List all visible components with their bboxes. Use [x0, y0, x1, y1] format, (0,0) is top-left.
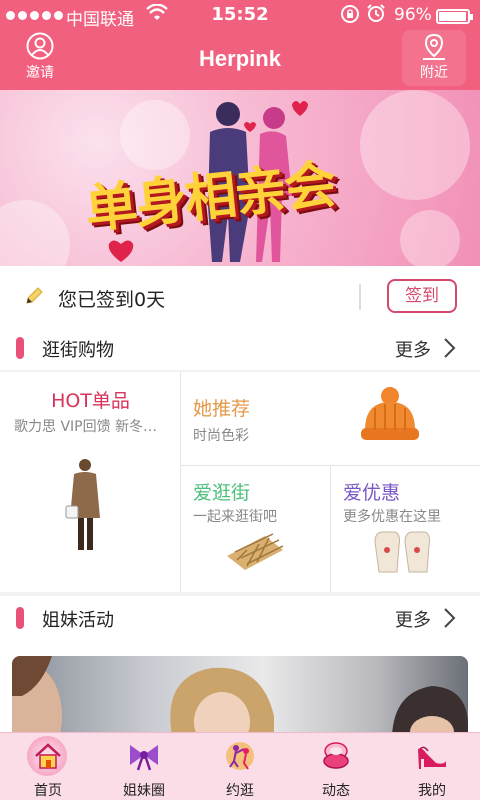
fashion-model-image	[65, 459, 100, 550]
tile-subtitle: 时尚色彩	[193, 428, 249, 444]
status-bar: 中国联通 15:52 96%	[0, 0, 480, 30]
nearby-button[interactable]: 附近	[402, 30, 466, 86]
activities-section-title: 姐妹活动	[42, 610, 114, 631]
activities-more-link[interactable]: 更多	[395, 606, 431, 632]
tile-title: 她推荐	[193, 398, 251, 420]
activity-photo-image	[12, 656, 468, 736]
divider	[359, 284, 361, 310]
pencil-icon	[26, 287, 43, 304]
tab-label: 首页	[34, 783, 62, 799]
knit-hat-image	[361, 387, 419, 440]
alarm-icon	[366, 3, 386, 27]
battery-level	[439, 12, 466, 21]
tile-subtitle: 歌力思 VIP回馈 新冬…	[14, 419, 158, 435]
recommend-tile[interactable]: 她推荐 时尚色彩	[181, 372, 480, 466]
shopping-grid: HOT单品 歌力思 VIP回馈 新冬… 她推荐 时尚色彩 爱逛街 一起来逛街吧 …	[0, 372, 480, 592]
banner-bubble	[0, 200, 70, 266]
tab-sisters-circle[interactable]: 姐妹圈	[96, 733, 192, 800]
tab-profile[interactable]: 我的	[384, 733, 480, 800]
high-heel-icon	[418, 746, 446, 769]
tab-meetup[interactable]: 约逛	[192, 733, 288, 800]
shopping-more-link[interactable]: 更多	[395, 336, 431, 362]
shopping-section-title: 逛街购物	[42, 340, 114, 361]
battery-percent: 96%	[394, 5, 432, 25]
checkin-button[interactable]: 签到	[387, 279, 457, 313]
chevron-right-icon[interactable]	[442, 336, 458, 360]
plaid-scarf-image	[227, 533, 284, 570]
activities-section-header: 姐妹活动 更多	[0, 596, 480, 640]
shopping-tile[interactable]: 爱逛街 一起来逛街吧	[181, 466, 331, 592]
deals-tile[interactable]: 爱优惠 更多优惠在这里	[331, 466, 480, 592]
tile-subtitle: 一起来逛街吧	[193, 509, 277, 525]
tab-label: 约逛	[226, 783, 254, 799]
tab-label: 姐妹圈	[123, 783, 165, 799]
checkin-row: 您已签到0天 签到	[0, 266, 480, 326]
battery-icon	[436, 9, 473, 24]
home-icon	[35, 743, 61, 769]
tab-label: 我的	[418, 783, 446, 799]
checkin-status: 您已签到0天	[58, 289, 166, 311]
banner-bubble	[400, 210, 460, 266]
section-marker	[16, 607, 24, 629]
hot-items-tile[interactable]: HOT单品 歌力思 VIP回馈 新冬…	[0, 372, 181, 592]
tab-feed[interactable]: 动态	[288, 733, 384, 800]
dance-icon	[226, 742, 254, 770]
tile-subtitle: 更多优惠在这里	[343, 509, 441, 525]
section-marker	[16, 337, 24, 359]
tab-home[interactable]: 首页	[0, 733, 96, 800]
tab-label: 动态	[322, 783, 350, 799]
nearby-label: 附近	[420, 65, 448, 81]
bow-icon	[130, 745, 158, 771]
shopping-section-header: 逛街购物 更多	[0, 326, 480, 370]
tile-title: HOT单品	[51, 390, 130, 412]
tile-title: 爱逛街	[193, 482, 251, 504]
knit-gloves-image	[374, 531, 430, 573]
activity-photo[interactable]	[12, 656, 468, 736]
bottom-tab-bar: 首页 姐妹圈 约逛 动态 我的	[0, 732, 480, 800]
compact-mirror-icon	[323, 742, 349, 769]
chevron-right-icon[interactable]	[442, 606, 458, 630]
location-pin-icon	[423, 33, 445, 60]
heart-icon	[108, 240, 134, 262]
tile-title: 爱优惠	[343, 482, 401, 504]
rotation-lock-icon	[340, 4, 360, 28]
promo-banner[interactable]: 单身相亲会	[0, 90, 480, 266]
